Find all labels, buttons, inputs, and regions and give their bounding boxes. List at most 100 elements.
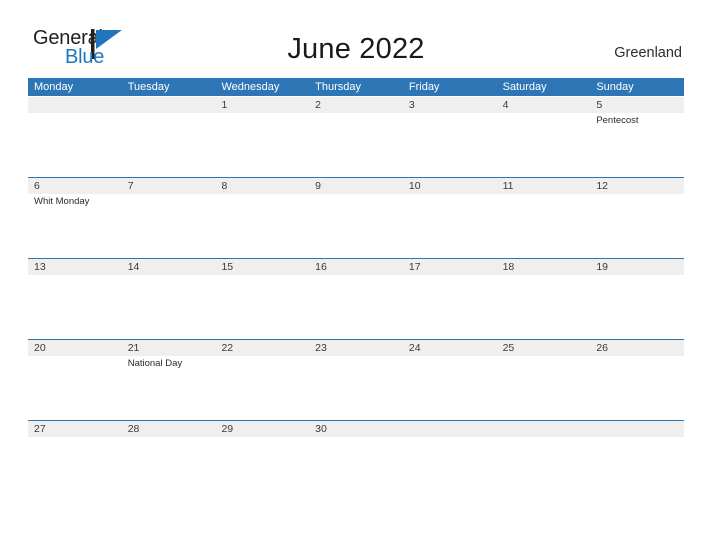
day-number[interactable]: 4 — [497, 97, 591, 113]
weekday-monday: Monday — [34, 81, 74, 93]
holiday-event-label: Pentecost — [596, 115, 639, 126]
day-number[interactable]: 3 — [403, 97, 497, 113]
day-number — [403, 421, 497, 437]
day-number[interactable]: 30 — [309, 421, 403, 437]
page-header: General Blue June 2022 Greenland — [0, 0, 712, 67]
day-cell — [403, 194, 497, 258]
day-number[interactable]: 22 — [215, 340, 309, 356]
day-cell — [590, 437, 684, 501]
day-number[interactable]: 7 — [122, 178, 216, 194]
day-number[interactable]: 11 — [497, 178, 591, 194]
calendar-week-row: 6 7 8 9 10 11 12 Whit Monday — [28, 177, 684, 258]
day-cell — [215, 113, 309, 177]
day-number[interactable]: 24 — [403, 340, 497, 356]
day-cell: Pentecost — [590, 113, 684, 177]
week-date-band: 6 7 8 9 10 11 12 — [28, 177, 684, 194]
week-date-band: 12345 — [28, 96, 684, 113]
week-event-band — [28, 275, 684, 339]
day-cell — [28, 356, 122, 420]
week-event-band: National Day — [28, 356, 684, 420]
calendar-grid: Monday Tuesday Wednesday Thursday Friday… — [28, 78, 684, 501]
day-cell — [309, 275, 403, 339]
day-cell — [497, 356, 591, 420]
calendar-week-row: 27 28 29 30 — [28, 420, 684, 501]
weekday-thursday: Thursday — [315, 81, 362, 93]
day-number[interactable]: 18 — [497, 259, 591, 275]
weekday-saturday: Saturday — [502, 81, 547, 93]
day-cell — [497, 113, 591, 177]
calendar-week-row: 13 14 15 16 17 18 19 — [28, 258, 684, 339]
day-number[interactable]: 2 — [309, 97, 403, 113]
day-cell — [309, 356, 403, 420]
day-number — [590, 421, 684, 437]
day-number[interactable]: 8 — [215, 178, 309, 194]
weekday-sunday: Sunday — [596, 81, 634, 93]
calendar-week-row: 20 21 22 23 24 25 26 National Day — [28, 339, 684, 420]
day-cell — [215, 356, 309, 420]
day-cell — [403, 356, 497, 420]
region-label: Greenland — [614, 45, 682, 61]
day-number — [28, 97, 122, 113]
day-cell — [122, 194, 216, 258]
day-cell — [28, 113, 122, 177]
day-cell — [497, 437, 591, 501]
day-number[interactable]: 9 — [309, 178, 403, 194]
week-date-band: 27 28 29 30 — [28, 420, 684, 437]
week-date-band: 13 14 15 16 17 18 19 — [28, 258, 684, 275]
day-cell — [497, 275, 591, 339]
day-cell — [215, 194, 309, 258]
day-cell: National Day — [122, 356, 216, 420]
day-cell: Whit Monday — [28, 194, 122, 258]
day-number[interactable]: 25 — [497, 340, 591, 356]
day-number — [122, 97, 216, 113]
week-date-band: 20 21 22 23 24 25 26 — [28, 339, 684, 356]
day-number[interactable]: 23 — [309, 340, 403, 356]
week-event-band: Pentecost — [28, 113, 684, 177]
day-number[interactable]: 12 — [590, 178, 684, 194]
calendar-weeks: 1 2 3 4 5 Pentecost 6 7 8 9 10 11 12 Whit Monday 13 14 1… — [28, 96, 684, 501]
day-cell — [122, 275, 216, 339]
page-title: June 2022 — [287, 33, 425, 65]
day-number[interactable]: 15 — [215, 259, 309, 275]
day-cell — [403, 113, 497, 177]
day-cell — [403, 275, 497, 339]
day-cell — [590, 194, 684, 258]
weekday-tuesday: Tuesday — [127, 81, 170, 93]
day-cell — [122, 437, 216, 501]
day-cell — [215, 275, 309, 339]
calendar-page: General Blue June 2022 Greenland Monday … — [0, 0, 712, 550]
day-cell — [122, 113, 216, 177]
day-number[interactable]: 17 — [403, 259, 497, 275]
day-number[interactable]: 27 — [28, 421, 122, 437]
weekday-friday: Friday — [408, 81, 440, 93]
day-number[interactable]: 10 — [403, 178, 497, 194]
day-cell — [28, 275, 122, 339]
day-number[interactable]: 14 — [122, 259, 216, 275]
day-number[interactable]: 29 — [215, 421, 309, 437]
calendar-week-row: 1 2 3 4 5 Pentecost — [28, 96, 684, 177]
day-number[interactable]: 6 — [28, 178, 122, 194]
day-number[interactable]: 26 — [590, 340, 684, 356]
day-cell — [590, 275, 684, 339]
day-cell — [215, 437, 309, 501]
holiday-event-label: National Day — [127, 358, 183, 369]
day-cell — [590, 356, 684, 420]
day-cell — [309, 113, 403, 177]
day-number[interactable]: 21 — [122, 340, 216, 356]
day-number[interactable]: 16 — [309, 259, 403, 275]
day-number — [497, 421, 591, 437]
day-number[interactable]: 19 — [590, 259, 684, 275]
day-number[interactable]: 28 — [122, 421, 216, 437]
day-number[interactable]: 1 — [215, 97, 309, 113]
day-cell — [309, 437, 403, 501]
day-number[interactable]: 20 — [28, 340, 122, 356]
day-cell — [497, 194, 591, 258]
day-number[interactable]: 5 — [590, 97, 684, 113]
day-cell — [309, 194, 403, 258]
week-event-band — [28, 437, 684, 501]
week-event-band: Whit Monday — [28, 194, 684, 258]
day-number[interactable]: 13 — [28, 259, 122, 275]
weekday-wednesday: Wednesday — [221, 81, 280, 93]
holiday-event-label: Whit Monday — [34, 196, 90, 207]
weekday-header-row: Monday Tuesday Wednesday Thursday Friday… — [28, 78, 684, 96]
